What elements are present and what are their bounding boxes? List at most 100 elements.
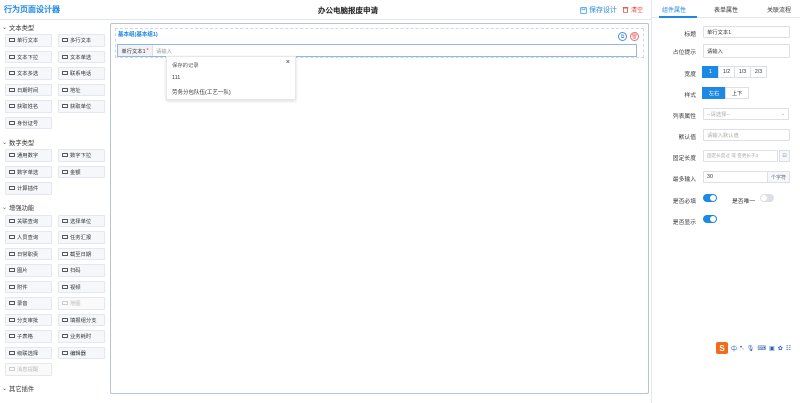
- folder-icon: [9, 350, 15, 355]
- ime-lang[interactable]: 中: [731, 344, 737, 353]
- punctuation-icon[interactable]: •,: [740, 345, 744, 351]
- folder-icon: [9, 317, 15, 322]
- form-section[interactable]: 基本组(基本组1) ⧉ 🗑 单行文本1 * 请输入: [115, 28, 644, 58]
- palette-item[interactable]: 业务耗时: [58, 330, 105, 343]
- show-toggle[interactable]: [703, 215, 717, 223]
- palette-item[interactable]: 人员查询: [5, 231, 52, 244]
- palette-item[interactable]: 身份证号: [5, 116, 52, 129]
- toolbox-icon[interactable]: ✿: [778, 345, 783, 352]
- skin-icon[interactable]: ▣: [769, 345, 775, 352]
- tab-form-props[interactable]: 表单属性: [714, 5, 738, 14]
- prop-placeholder-row: 占位提示 请输入: [652, 44, 800, 58]
- prop-style-row: 样式 左右 上下: [652, 87, 800, 101]
- folder-icon: [62, 104, 68, 109]
- width-option[interactable]: 1: [702, 66, 719, 78]
- clear-button[interactable]: 清空: [622, 5, 643, 14]
- list-prop-select[interactable]: --请选择-- ⌄: [703, 108, 789, 120]
- chevron-down-icon: ⌄: [2, 139, 8, 146]
- dropdown-item[interactable]: 111: [172, 75, 180, 81]
- default-value-input[interactable]: 请输入默认值: [703, 129, 790, 141]
- palette-item-label: 扫码: [70, 268, 81, 275]
- required-toggle[interactable]: [703, 194, 717, 202]
- folder-icon: [62, 38, 68, 43]
- max-input-field[interactable]: 30 个字符: [703, 171, 790, 183]
- palette-item-label: 附件: [17, 284, 28, 291]
- lock-icon[interactable]: ⊡: [779, 150, 790, 162]
- palette-item[interactable]: 单行文本: [5, 34, 52, 47]
- close-icon[interactable]: ×: [286, 59, 290, 66]
- palette-item[interactable]: 扫码: [58, 264, 105, 277]
- delete-icon[interactable]: 🗑: [630, 32, 639, 41]
- palette-item[interactable]: 任务汇报: [58, 231, 105, 244]
- palette-item[interactable]: 联系电话: [58, 67, 105, 80]
- width-segmented-control: 1 1/2 1/3 2/3: [702, 66, 767, 78]
- group-title-text[interactable]: ⌄ 文本类型: [0, 20, 106, 34]
- palette-item[interactable]: 文本下拉: [5, 50, 52, 63]
- palette-item[interactable]: 文本单选: [58, 50, 105, 63]
- palette-item-label: 联系电话: [70, 71, 92, 78]
- dropdown-item[interactable]: 劳务分包队伍(工艺一队): [172, 88, 231, 96]
- width-option[interactable]: 2/3: [750, 66, 767, 78]
- palette-item[interactable]: 计算插件: [5, 182, 52, 195]
- palette-item[interactable]: 录音: [5, 297, 52, 310]
- palette-item[interactable]: 子表格: [5, 330, 52, 343]
- palette-item[interactable]: 分支审批: [5, 313, 52, 326]
- prop-title-row: 标题 单行文本1: [652, 26, 800, 40]
- group-title-enhanced[interactable]: ⌄ 增强功能: [0, 201, 106, 215]
- palette-item-label: 地址: [70, 87, 81, 94]
- trash-icon: [622, 7, 629, 13]
- width-option[interactable]: 1/2: [718, 66, 735, 78]
- palette-item-label: 数字单选: [17, 169, 39, 176]
- folder-icon: [62, 218, 68, 223]
- title-input[interactable]: 单行文本1: [703, 26, 790, 38]
- palette-item[interactable]: 填报组分支: [58, 313, 105, 326]
- fixed-length-input[interactable]: 固定长度过 或 变更长于3: [703, 150, 778, 162]
- palette-item[interactable]: 编辑器: [58, 346, 105, 359]
- copy-icon[interactable]: ⧉: [618, 32, 627, 41]
- group-title-other[interactable]: ⌄ 其它插件: [0, 382, 106, 396]
- style-option[interactable]: 上下: [725, 87, 749, 99]
- palette-item-label: 多行文本: [70, 38, 92, 45]
- palette-item-label: 计算插件: [17, 186, 39, 193]
- palette-item[interactable]: 地址: [58, 83, 105, 96]
- field-input[interactable]: 请输入: [153, 45, 636, 56]
- palette-item[interactable]: 日期时间: [5, 83, 52, 96]
- width-option[interactable]: 1/3: [734, 66, 751, 78]
- palette-item-label: 日常职责: [17, 251, 39, 258]
- palette-item[interactable]: 获取姓名: [5, 100, 52, 113]
- palette-item[interactable]: 多行文本: [58, 34, 105, 47]
- palette-item[interactable]: 截至日期: [58, 247, 105, 260]
- placeholder-input[interactable]: 请输入: [703, 44, 790, 58]
- tab-related-flow[interactable]: 关联流程: [767, 5, 791, 14]
- properties-tabs: 组件属性 表单属性 关联流程: [652, 2, 800, 18]
- folder-icon: [9, 54, 15, 59]
- palette-item[interactable]: 文本多选: [5, 67, 52, 80]
- palette-item[interactable]: 附件: [5, 280, 52, 293]
- document-title: 办公电脑报废申请: [318, 6, 378, 15]
- group-title-number[interactable]: ⌄ 数字类型: [0, 135, 106, 149]
- palette-item[interactable]: 数字下拉: [58, 149, 105, 162]
- keyboard-icon[interactable]: ⌨: [757, 345, 766, 352]
- tab-component-props[interactable]: 组件属性: [662, 5, 686, 14]
- palette-item[interactable]: 金额: [58, 165, 105, 178]
- palette-item[interactable]: 获取单位: [58, 100, 105, 113]
- sogou-logo-icon[interactable]: S: [716, 342, 728, 354]
- palette-item[interactable]: 通用数字: [5, 149, 52, 162]
- saved-records-dropdown: 保存的记录 × 111 劳务分包队伍(工艺一队): [166, 56, 296, 100]
- palette-item[interactable]: 选择单位: [58, 214, 105, 227]
- palette-item[interactable]: 图片: [5, 264, 52, 277]
- unique-toggle[interactable]: [760, 194, 774, 202]
- folder-icon: [62, 301, 68, 306]
- palette-item[interactable]: 关联查询: [5, 214, 52, 227]
- menu-icon[interactable]: ☷: [786, 345, 791, 352]
- palette-item[interactable]: 视频: [58, 280, 105, 293]
- save-design-button[interactable]: 保存设计: [580, 5, 617, 15]
- palette-item[interactable]: 数字单选: [5, 165, 52, 178]
- palette-item-label: 录音: [17, 301, 28, 308]
- mic-icon[interactable]: 🎙: [747, 345, 755, 352]
- palette-item-label: 选择单位: [70, 218, 92, 225]
- palette-item[interactable]: 级联选择: [5, 346, 52, 359]
- style-option[interactable]: 左右: [702, 87, 726, 99]
- palette-item-label: 获取姓名: [17, 104, 39, 111]
- palette-item[interactable]: 日常职责: [5, 247, 52, 260]
